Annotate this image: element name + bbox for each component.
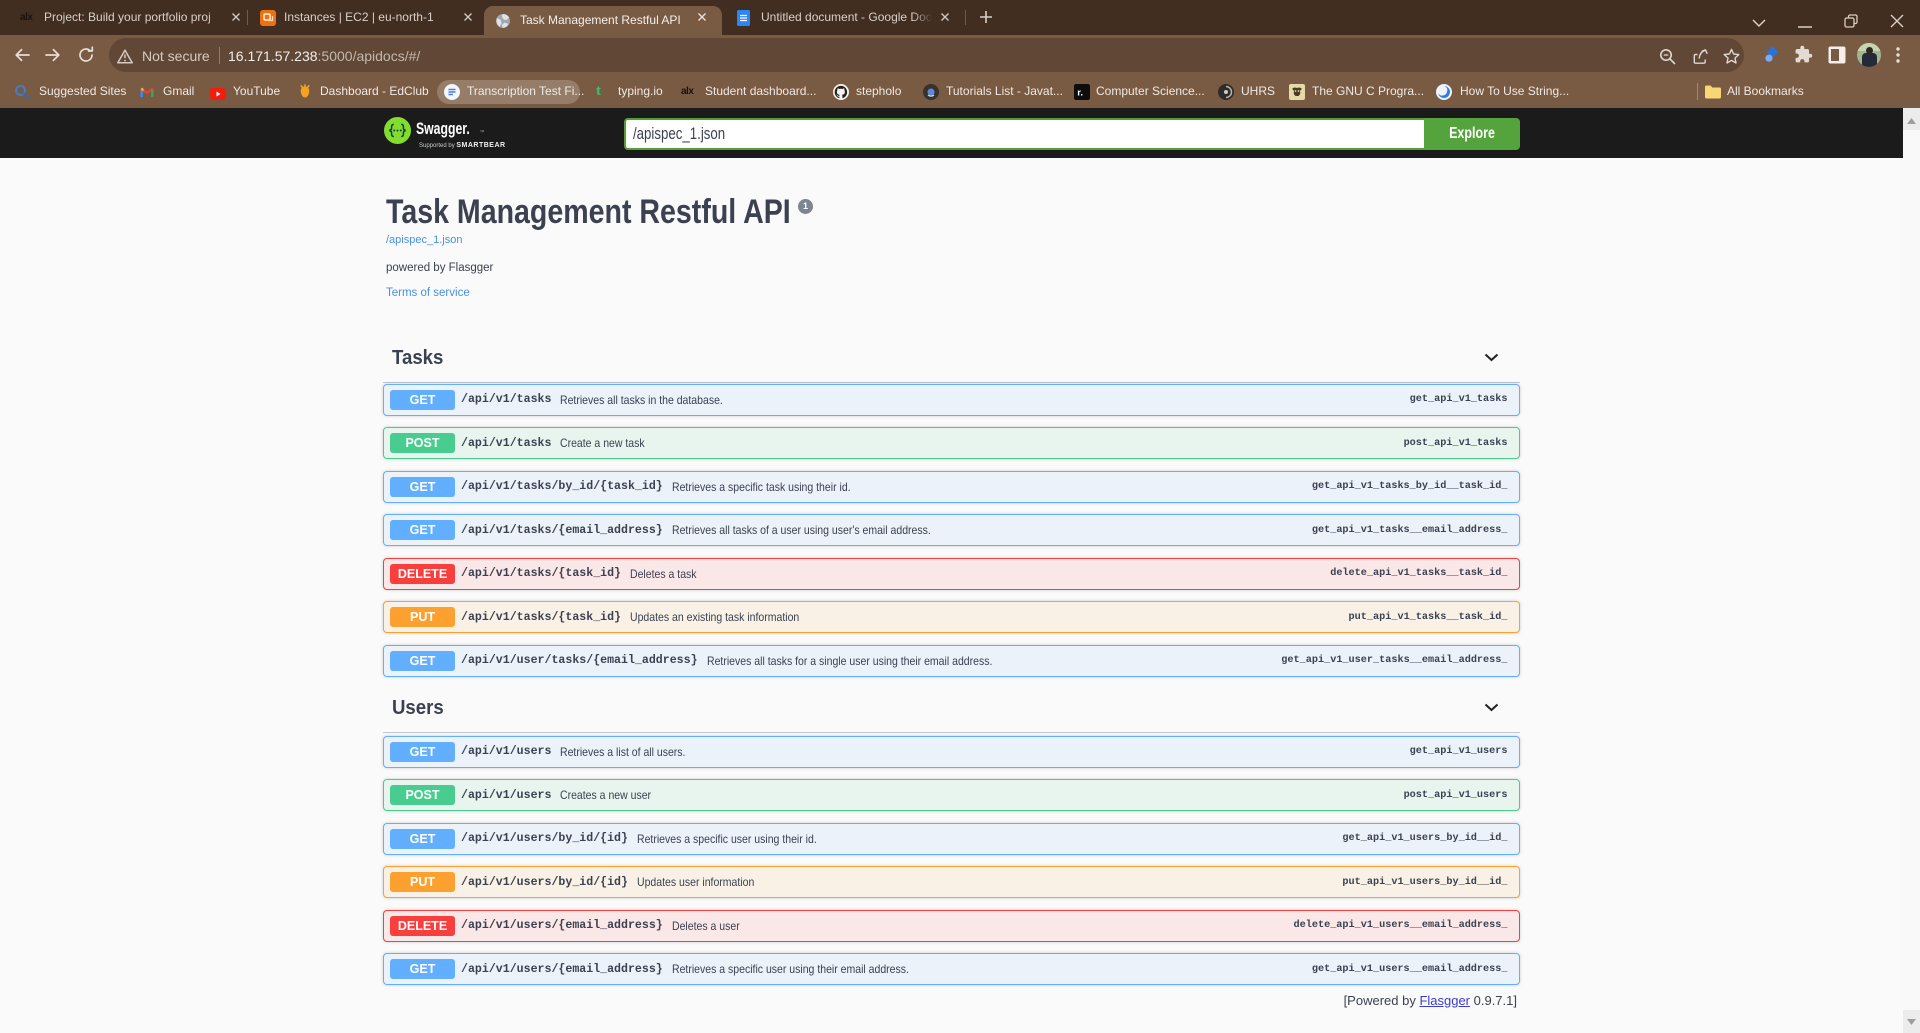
svg-text:r.: r. [1077, 87, 1083, 98]
